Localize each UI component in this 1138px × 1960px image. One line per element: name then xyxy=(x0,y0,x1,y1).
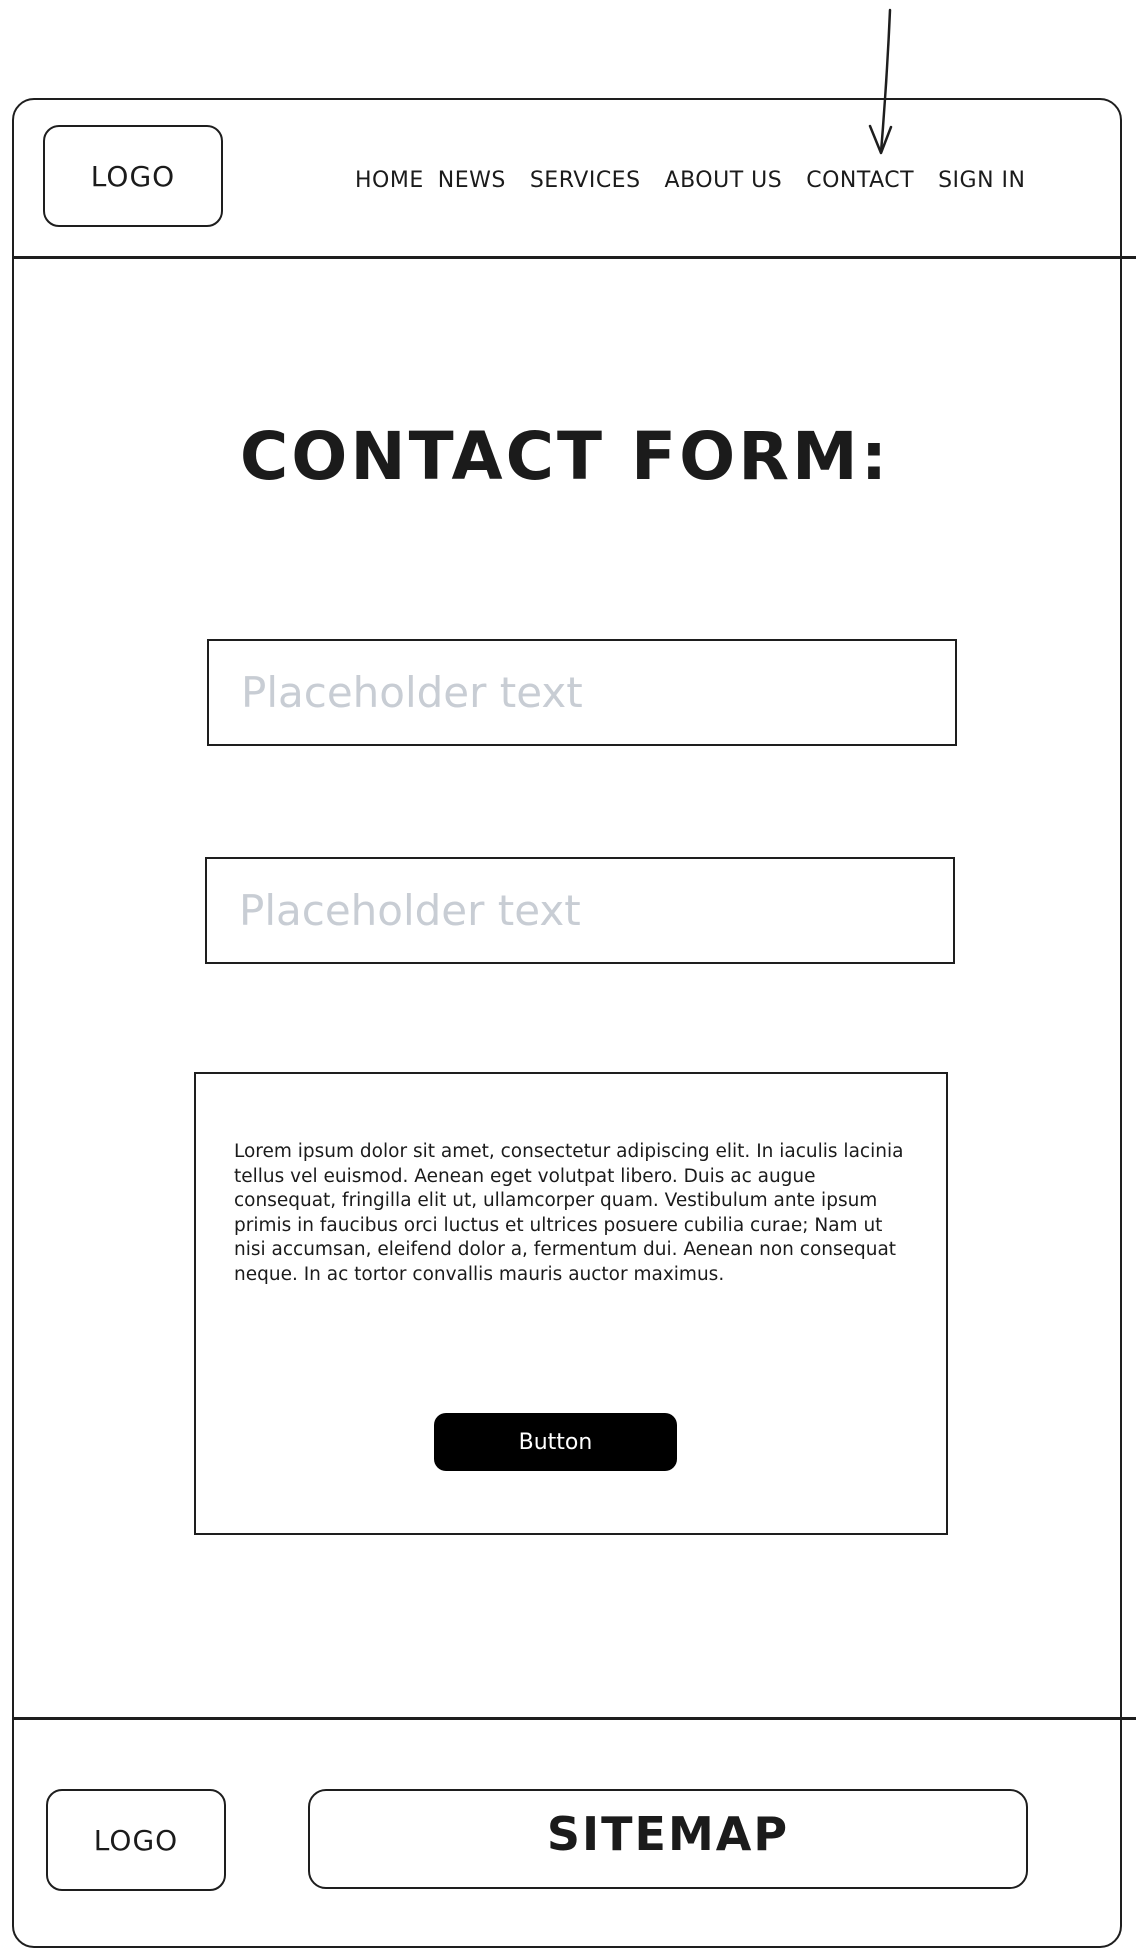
nav-item-about-us[interactable]: ABOUT US xyxy=(665,168,783,193)
main-nav: HOME NEWS SERVICES ABOUT US CONTACT SIGN… xyxy=(355,162,1025,198)
nav-item-news[interactable]: NEWS xyxy=(438,168,506,193)
page-title-wrapper: CONTACT FORM: xyxy=(0,418,1138,495)
nav-item-home[interactable]: HOME xyxy=(355,168,424,193)
sitemap-link[interactable]: SITEMAP xyxy=(308,1789,1028,1889)
header-divider xyxy=(12,256,1136,259)
footer-logo[interactable]: LOGO xyxy=(46,1789,226,1891)
nav-item-sign-in[interactable]: SIGN IN xyxy=(938,168,1025,193)
nav-item-contact[interactable]: CONTACT xyxy=(806,168,914,193)
message-box[interactable]: Lorem ipsum dolor sit amet, consectetur … xyxy=(194,1072,948,1535)
header-logo[interactable]: LOGO xyxy=(43,125,223,227)
contact-field-1[interactable] xyxy=(207,639,957,746)
page-title: CONTACT FORM: xyxy=(239,418,891,495)
sitemap-label: SITEMAP xyxy=(546,1807,790,1861)
page-frame xyxy=(12,98,1122,1948)
message-text: Lorem ipsum dolor sit amet, consectetur … xyxy=(234,1141,904,1285)
contact-field-2[interactable] xyxy=(205,857,955,964)
footer-logo-label: LOGO xyxy=(93,1823,179,1857)
footer-divider xyxy=(12,1717,1136,1720)
header-logo-label: LOGO xyxy=(90,159,176,193)
nav-item-services[interactable]: SERVICES xyxy=(530,168,641,193)
submit-button[interactable]: Button xyxy=(434,1413,677,1471)
